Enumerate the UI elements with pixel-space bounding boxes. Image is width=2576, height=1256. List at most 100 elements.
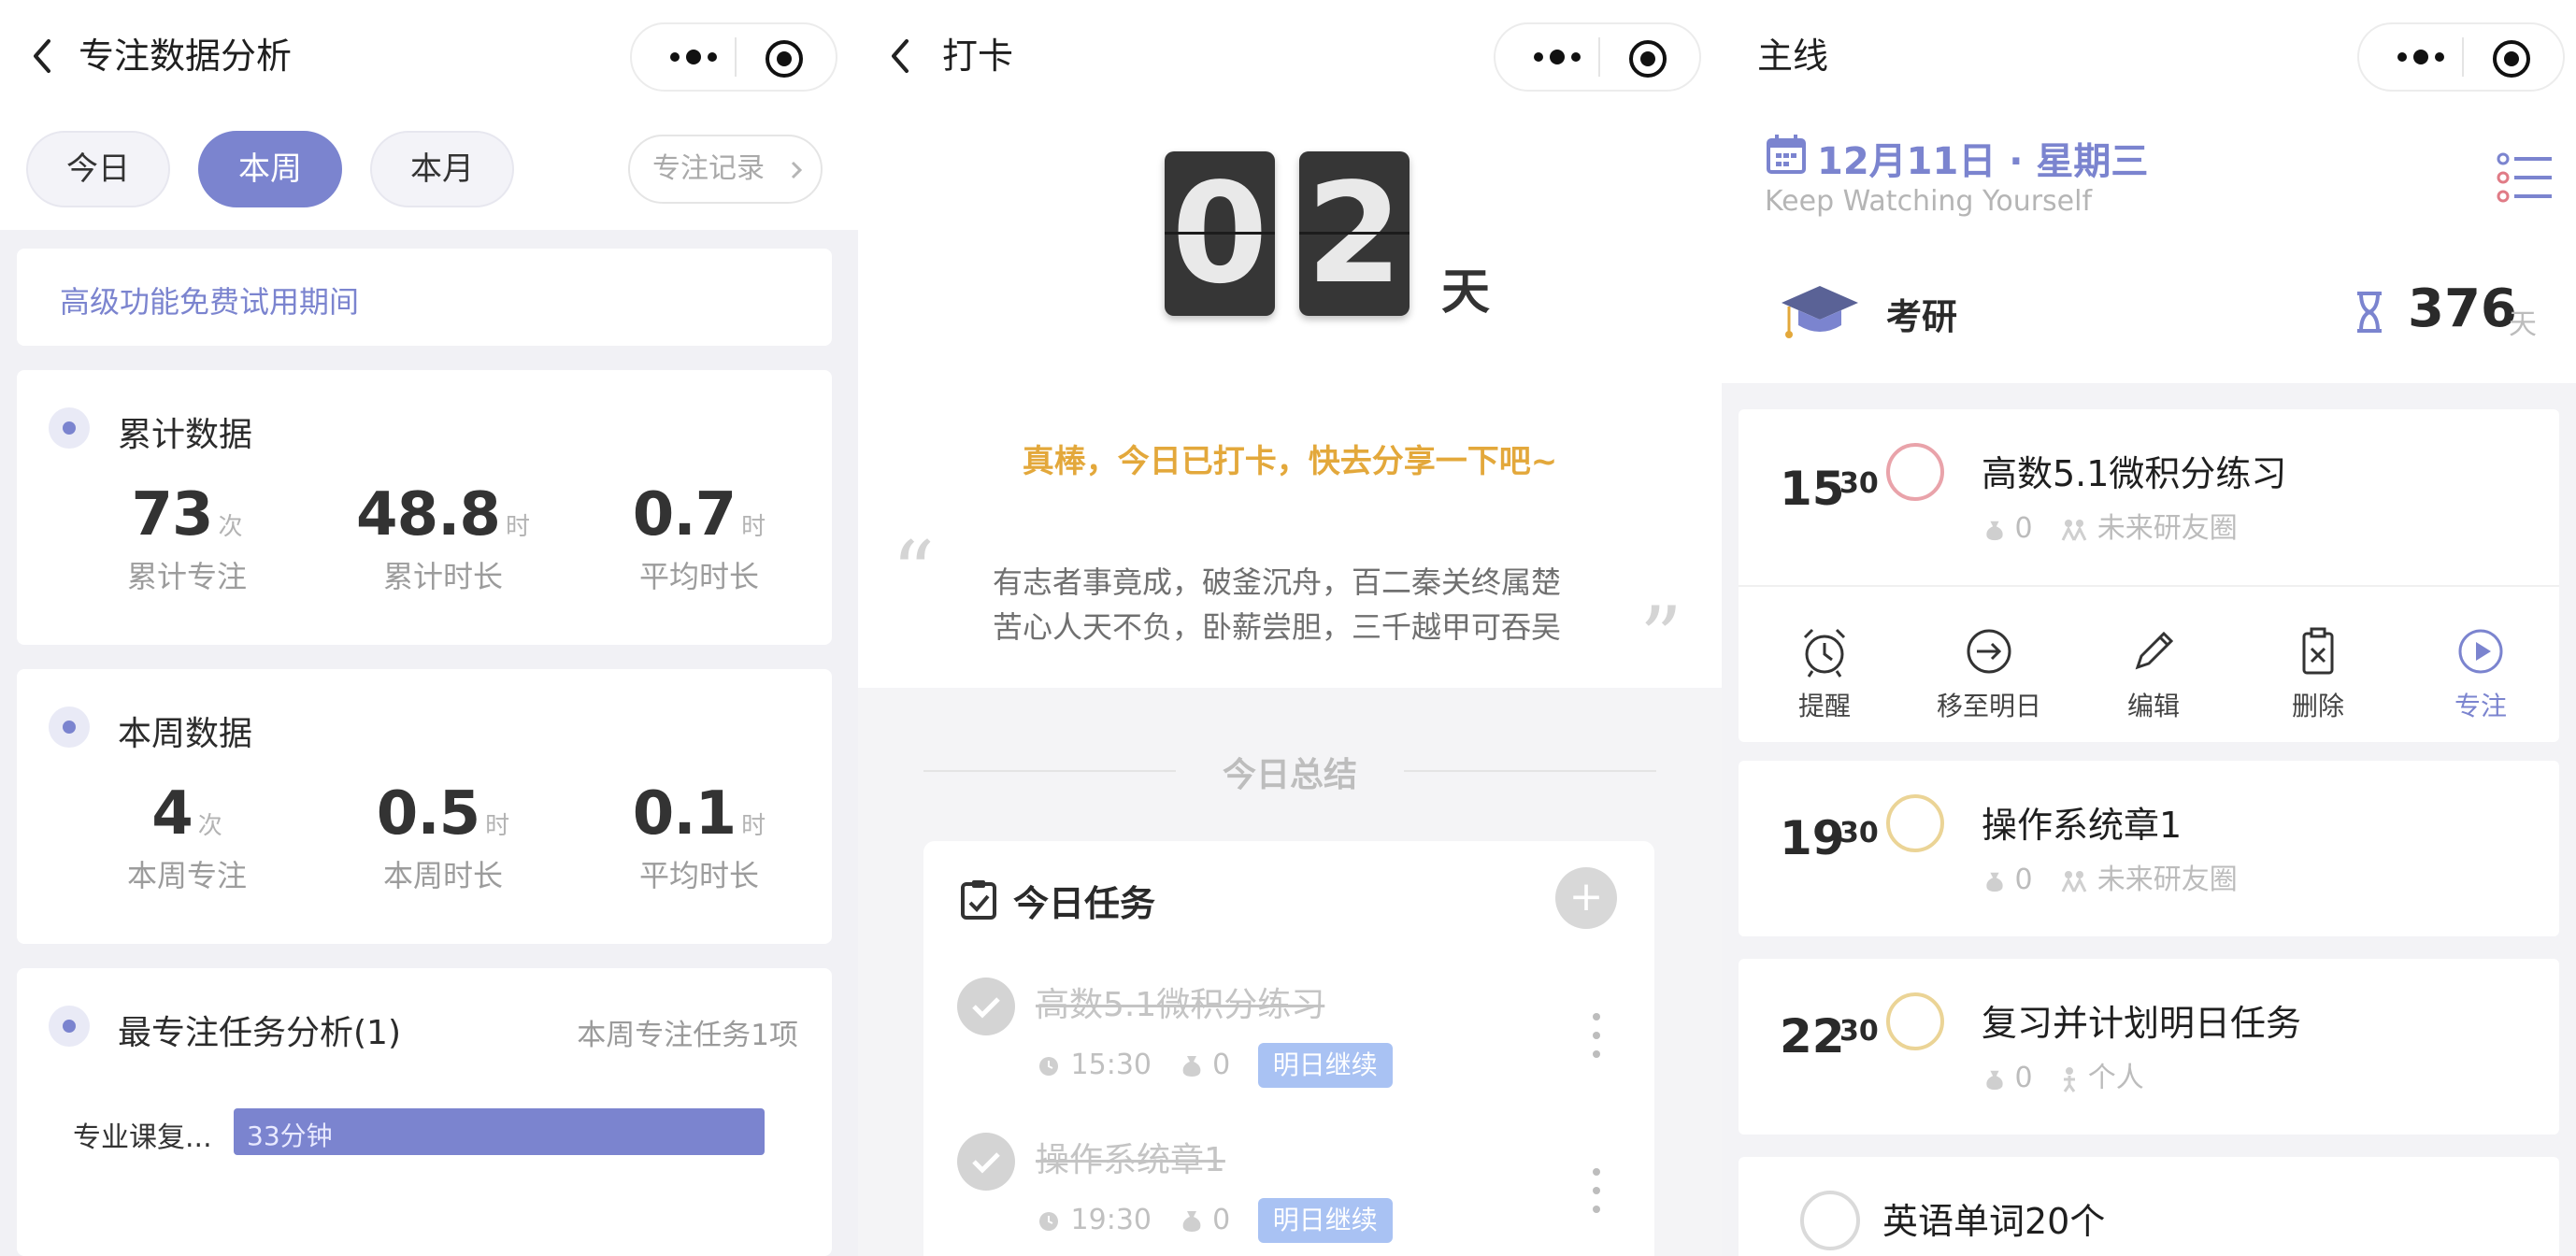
mini-program-capsule: [1494, 22, 1701, 92]
continue-tomorrow-tag[interactable]: 明日继续: [1257, 1042, 1393, 1088]
pouch-icon: [1986, 1070, 2003, 1090]
more-vertical-icon[interactable]: [1587, 1009, 1606, 1062]
focus-analysis-panel: 专注数据分析 今日 本周 本月 专注记录 高级功能免费试用期间 累计数据 73 次…: [0, 0, 858, 1256]
delete-clipboard-icon: [2302, 627, 2334, 675]
close-target-icon[interactable]: [763, 37, 806, 80]
checkin-summary: 0 2 天 真棒，今日已打卡，快去分享一下吧~ “ 有志者事竟成，破釜沉舟，百二…: [858, 120, 1722, 688]
goal-countdown-card[interactable]: 考研 376 天: [1722, 241, 2576, 383]
page-title: 专注数据分析: [79, 36, 293, 77]
group-icon: [2061, 519, 2087, 541]
tab-this-month[interactable]: 本月: [370, 131, 514, 207]
focus-record-button[interactable]: 专注记录: [628, 135, 823, 204]
play-circle-icon: [2458, 629, 2503, 674]
goal-name: 考研: [1886, 296, 1958, 337]
continue-tomorrow-tag[interactable]: 明日继续: [1257, 1197, 1393, 1243]
nav-bar: 主线: [1722, 0, 2576, 120]
motto-line: 有志者事竟成，破釜沉舟，百二秦关终属楚: [993, 564, 1562, 600]
plan-meta: 0 个人: [1983, 1054, 2144, 1095]
page-title: 打卡: [942, 36, 1014, 77]
group-icon: [2061, 870, 2087, 892]
plan-status-ring[interactable]: [1800, 1191, 1860, 1250]
completed-check-icon[interactable]: [957, 1133, 1015, 1191]
section-dot-icon: [49, 706, 90, 748]
edit-action[interactable]: 编辑: [2088, 624, 2219, 723]
stat-week-average: 0.1 时平均时长: [632, 779, 766, 893]
task-meta: 15:30 0 明日继续: [1036, 1041, 1393, 1088]
slogan: Keep Watching Yourself: [1765, 185, 2093, 218]
back-arrow-icon[interactable]: [877, 32, 925, 80]
current-date[interactable]: 12月11日 · 星期三: [1817, 131, 2148, 185]
tab-this-week[interactable]: 本周: [198, 131, 342, 207]
plan-minute: 30: [1839, 467, 1879, 500]
period-tabs: 今日 本周 本月 专注记录: [0, 120, 858, 230]
plan-title: 操作系统章1: [1982, 805, 2182, 846]
nav-bar: 专注数据分析: [0, 0, 858, 120]
task-bar-label: 专业课复...: [73, 1121, 212, 1154]
main-plan-panel: 主线 12月11日 · 星期三 Keep Watching Yourself 考…: [1722, 0, 2576, 1256]
pencil-icon: [2135, 631, 2174, 670]
task-name[interactable]: 操作系统章1: [1036, 1133, 1225, 1181]
plan-meta: 0 未来研友圈: [1983, 505, 2238, 546]
plan-hour: 22: [1780, 1009, 1845, 1063]
task-bar-value: 33分钟: [247, 1120, 333, 1151]
section-title: 累计数据: [118, 416, 253, 454]
top-task-analysis-card: 最专注任务分析(1) 本周专注任务1项 专业课复... 33分钟: [17, 968, 832, 1256]
section-dot-icon: [49, 1006, 90, 1047]
plan-title: 英语单词20个: [1882, 1201, 2106, 1242]
completed-check-icon[interactable]: [957, 978, 1015, 1035]
focus-action[interactable]: 专注: [2415, 624, 2546, 723]
task-list-icon: [961, 880, 996, 920]
task-bar-track: 33分钟: [234, 1108, 765, 1155]
plan-status-ring[interactable]: [1886, 443, 1944, 501]
days-unit: 天: [2509, 308, 2537, 341]
back-arrow-icon[interactable]: [19, 32, 67, 80]
add-task-button[interactable]: +: [1555, 867, 1617, 929]
checkin-panel: 打卡 0 2 天 真棒，今日已打卡，快去分享一下吧~ “ 有志者事竟成，破釜沉舟…: [858, 0, 1722, 1256]
plan-group: 未来研友圈: [2097, 512, 2238, 545]
mini-program-capsule: [630, 22, 837, 92]
task-count: 0: [1212, 1203, 1231, 1236]
divider: [1404, 770, 1656, 772]
more-vertical-icon[interactable]: [1587, 1164, 1606, 1217]
today-summary-heading: 今日总结: [1222, 756, 1357, 794]
plan-count: 0: [2014, 1062, 2033, 1094]
task-count: 0: [1212, 1048, 1231, 1081]
stat-week-sessions: 4 次本周专注: [126, 779, 247, 893]
checkin-praise[interactable]: 真棒，今日已打卡，快去分享一下吧~: [858, 435, 1722, 481]
pouch-icon: [1182, 1210, 1200, 1232]
capsule-divider: [2462, 37, 2464, 77]
calendar-icon[interactable]: [1765, 133, 1808, 176]
stat-total-sessions: 73 次累计专注: [126, 480, 247, 594]
graduation-cap-icon: [1782, 286, 1858, 338]
plan-item[interactable]: 英语单词20个: [1739, 1157, 2559, 1256]
today-tasks-title: 今日任务: [1013, 883, 1156, 924]
delete-action[interactable]: 删除: [2253, 624, 2383, 723]
remind-action[interactable]: 提醒: [1759, 624, 1890, 723]
tab-today[interactable]: 今日: [26, 131, 170, 207]
more-dots-icon[interactable]: [656, 36, 731, 78]
task-name[interactable]: 高数5.1微积分练习: [1036, 978, 1324, 1026]
close-target-icon[interactable]: [2490, 37, 2533, 80]
plan-minute: 30: [1839, 817, 1879, 849]
week-data-card: 本周数据 4 次本周专注 0.5 时本周时长 0.1 时平均时长: [17, 669, 832, 944]
plan-item[interactable]: 15 30 高数5.1微积分练习 0 未来研友圈 提醒 移至明日 编辑 删除 专…: [1739, 409, 2559, 742]
plan-title: 高数5.1微积分练习: [1982, 453, 2287, 494]
close-target-icon[interactable]: [1626, 37, 1669, 80]
list-menu-icon[interactable]: [2496, 148, 2555, 207]
plan-item[interactable]: 22 30 复习并计划明日任务 0 个人: [1739, 959, 2559, 1135]
nav-bar: 打卡: [858, 0, 1722, 120]
plan-group: 未来研友圈: [2097, 864, 2238, 896]
move-to-tomorrow-action[interactable]: 移至明日: [1924, 624, 2054, 723]
page-title: 主线: [1757, 36, 1829, 77]
plan-status-ring[interactable]: [1886, 794, 1944, 852]
alarm-icon: [1039, 1056, 1058, 1076]
section-dot-icon: [49, 407, 90, 449]
plan-item[interactable]: 19 30 操作系统章1 0 未来研友圈: [1739, 761, 2559, 936]
more-dots-icon[interactable]: [2383, 36, 2458, 78]
stat-week-hours: 0.5 时本周时长: [376, 779, 510, 893]
plan-status-ring[interactable]: [1886, 992, 1944, 1050]
streak-unit: 天: [1441, 264, 1491, 321]
mini-program-capsule: [2357, 22, 2565, 92]
more-dots-icon[interactable]: [1520, 36, 1595, 78]
quote-open-icon: “: [892, 523, 936, 621]
